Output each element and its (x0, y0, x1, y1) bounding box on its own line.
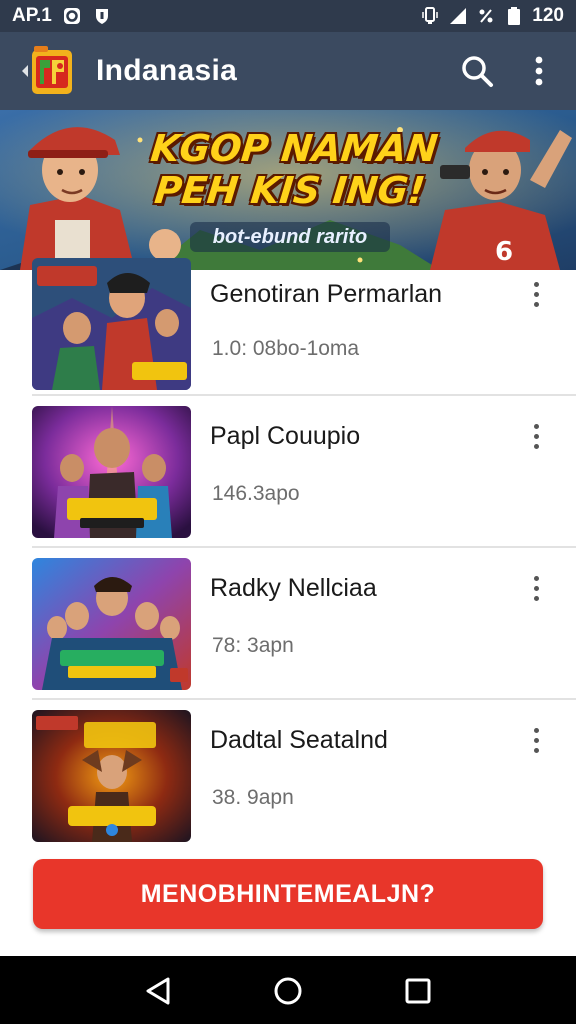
status-left: AP.1 (12, 5, 112, 27)
primary-cta-button[interactable]: MENOBHINTEMEALJN? (33, 859, 543, 929)
app-bar: Indanasia (0, 32, 576, 110)
clock: 120 (532, 5, 564, 26)
system-nav-bar (0, 956, 576, 1024)
item-title: Genotiran Permarlan (210, 280, 443, 308)
game-thumbnail (32, 558, 191, 690)
recents-icon[interactable] (401, 974, 435, 1008)
more-vert-icon[interactable] (524, 52, 554, 90)
item-more-button[interactable] (522, 416, 550, 456)
home-icon[interactable] (271, 974, 305, 1008)
list-item[interactable]: Papl Couupio 146.3apo (0, 396, 576, 548)
item-meta: 38. 9apn (212, 786, 294, 809)
game-list: Genotiran Permarlan 1.0: 08bo-1oma Papl … (0, 258, 576, 852)
banner-title: KGOP NAMAN PEH KIS ING! (148, 127, 440, 212)
notification-icon (63, 8, 80, 24)
list-item[interactable]: Dadtal Seatalnd 38. 9apn (0, 700, 576, 852)
item-title: Papl Couupio (210, 422, 361, 450)
carrier-label: AP.1 (12, 5, 52, 26)
status-right: 120 (420, 5, 564, 27)
search-icon[interactable] (458, 52, 496, 90)
app-screen: AP.1 120 Indanasia 6 KGOP NAMAN PEH KIS … (0, 0, 576, 1024)
item-meta: 1.0: 08bo-1oma (212, 337, 360, 360)
banner-subtitle: bot-ebund rarito (190, 222, 390, 252)
promo-banner[interactable]: 6 KGOP NAMAN PEH KIS ING! bot-ebund rari… (0, 110, 576, 270)
list-item[interactable]: Radky Nellciaa 78: 3apn (0, 548, 576, 700)
game-thumbnail (32, 258, 191, 390)
data-icon (479, 9, 493, 23)
item-more-button[interactable] (522, 274, 550, 314)
svg-text:6: 6 (495, 237, 513, 267)
game-thumbnail (32, 710, 191, 842)
item-meta: 78: 3apn (212, 634, 294, 657)
app-logo[interactable] (20, 42, 78, 100)
game-thumbnail (32, 406, 191, 538)
more-vert-icon (533, 281, 539, 287)
back-icon[interactable] (142, 974, 176, 1008)
vibrate-icon (422, 7, 439, 24)
signal-icon (450, 8, 467, 24)
battery-icon (508, 7, 521, 25)
status-bar: AP.1 120 (0, 0, 576, 32)
more-vert-icon (533, 575, 539, 581)
more-vert-icon (533, 423, 539, 429)
shield-icon (95, 9, 108, 24)
item-more-button[interactable] (522, 720, 550, 760)
more-vert-icon (533, 727, 539, 733)
list-item[interactable]: Genotiran Permarlan 1.0: 08bo-1oma (0, 258, 576, 396)
item-meta: 146.3apo (212, 482, 300, 505)
item-title: Dadtal Seatalnd (210, 726, 388, 754)
item-title: Radky Nellciaa (210, 574, 377, 602)
item-more-button[interactable] (522, 568, 550, 608)
app-title: Indanasia (96, 54, 238, 87)
